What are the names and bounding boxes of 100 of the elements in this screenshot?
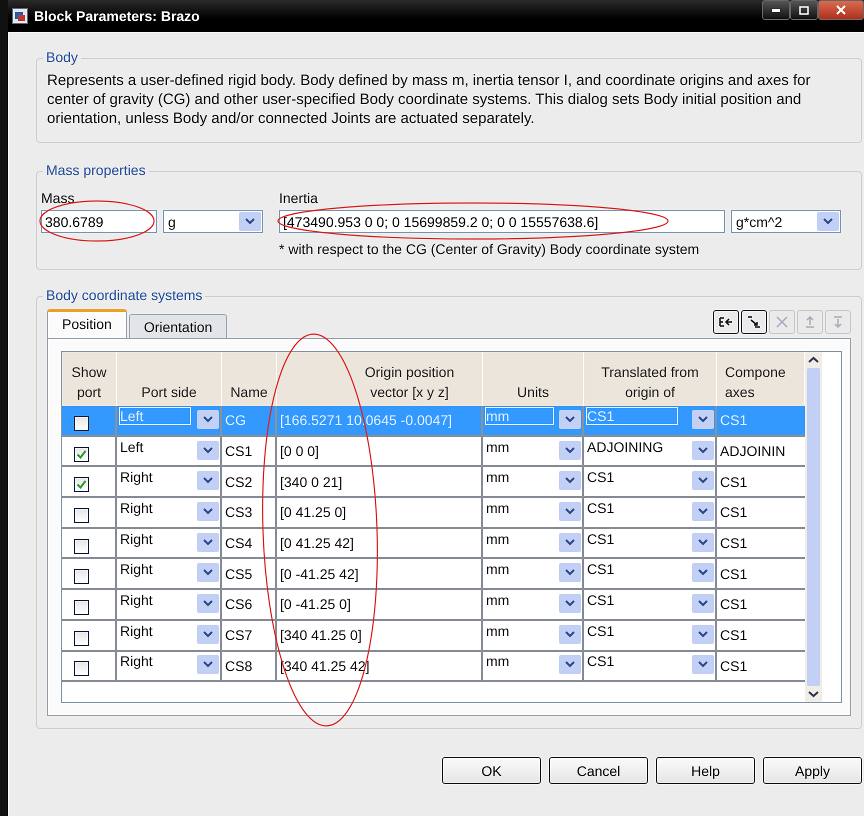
checkbox[interactable] bbox=[74, 508, 89, 523]
checkbox[interactable] bbox=[74, 538, 89, 554]
dialog-button[interactable]: Apply bbox=[763, 757, 862, 784]
units-dropdown[interactable]: mm bbox=[486, 438, 582, 465]
units-dropdown[interactable]: mm bbox=[486, 468, 582, 496]
column-header[interactable]: Port side bbox=[117, 352, 222, 406]
insert-row-button[interactable] bbox=[741, 310, 767, 334]
port-side-dropdown[interactable]: Right bbox=[120, 468, 220, 496]
chevron-down-icon bbox=[203, 630, 213, 638]
translated-from-dropdown[interactable]: CS1 bbox=[587, 468, 715, 496]
dialog-button[interactable]: Cancel bbox=[549, 757, 648, 784]
chevron-down-icon bbox=[245, 218, 255, 225]
dialog-button[interactable]: Help bbox=[656, 757, 755, 784]
table-cell: [0 -41.25 0] bbox=[280, 596, 351, 612]
translated-from-dropdown[interactable]: CS1 bbox=[587, 590, 715, 618]
table-cell: CS8 bbox=[225, 658, 252, 674]
table-row[interactable]: Right CS5 [0 -41.25 42] mm CS1 CS1 bbox=[62, 559, 805, 590]
translated-from-dropdown[interactable]: CS1 bbox=[587, 652, 715, 680]
diagonal-arrow-icon bbox=[747, 315, 761, 329]
checkbox[interactable] bbox=[74, 661, 89, 676]
column-header[interactable]: Units bbox=[483, 352, 584, 406]
port-side-dropdown[interactable]: Right bbox=[120, 498, 220, 526]
chevron-down-icon bbox=[698, 569, 708, 576]
units-dropdown[interactable]: mm bbox=[486, 622, 582, 649]
translated-from-dropdown[interactable]: CS1 bbox=[587, 530, 715, 557]
table-cell: [0 41.25 0] bbox=[280, 504, 346, 520]
column-header[interactable]: Name bbox=[222, 352, 277, 406]
units-dropdown[interactable]: mm bbox=[486, 652, 582, 680]
unit-dropdown[interactable]: g bbox=[163, 210, 263, 233]
chevron-down-icon bbox=[565, 569, 575, 576]
table-row[interactable]: Left CS1 [0 0 0] mm ADJOINING ADJOININ bbox=[62, 436, 805, 468]
translated-from-dropdown[interactable]: CS1 bbox=[587, 498, 715, 526]
chevron-down-icon bbox=[698, 416, 708, 423]
vertical-scrollbar[interactable] bbox=[805, 352, 822, 702]
table-row[interactable]: Right CS4 [0 41.25 42] mm CS1 CS1 bbox=[62, 528, 805, 560]
add-row-button[interactable] bbox=[713, 310, 739, 334]
close-icon bbox=[836, 5, 846, 15]
table-cell: CS1 bbox=[720, 412, 748, 428]
unit-dropdown[interactable]: g*cm^2 bbox=[731, 210, 841, 233]
column-header[interactable]: Show port bbox=[62, 352, 117, 406]
chevron-down-icon bbox=[203, 416, 213, 423]
chevron-down-icon bbox=[203, 600, 213, 607]
units-dropdown[interactable]: mm bbox=[486, 590, 582, 618]
arrow-up-icon bbox=[803, 315, 817, 329]
description-text: Represents a user-defined rigid body. Body defined by mass m, inertia tensor I, and coordinate origins and axes for center of gravity (CG) and other user-specified Body coordinate systems. This dialog sets Body initial position and orientation, unless Body and/or connected Joints are actuated separately. bbox=[47, 71, 812, 128]
x-icon bbox=[775, 315, 789, 329]
minimize-icon bbox=[772, 8, 780, 12]
table-row[interactable]: Right CS3 [0 41.25 0] mm CS1 CS1 bbox=[62, 498, 805, 529]
checkbox[interactable] bbox=[74, 477, 89, 492]
checkbox[interactable] bbox=[74, 600, 89, 615]
chevron-down-icon bbox=[698, 446, 708, 454]
column-header[interactable]: Compone axes bbox=[717, 352, 805, 406]
table-cell: [0 -41.25 42] bbox=[280, 566, 359, 582]
arrow-into-bracket-icon bbox=[719, 315, 733, 329]
checkbox[interactable] bbox=[74, 416, 89, 431]
units-dropdown[interactable]: mm bbox=[486, 498, 582, 526]
checkbox[interactable] bbox=[74, 446, 89, 462]
checkbox[interactable] bbox=[74, 630, 89, 646]
table-cell: CS2 bbox=[225, 474, 252, 490]
table-cell: [0 41.25 42] bbox=[280, 535, 354, 552]
table-cell: CS5 bbox=[225, 566, 252, 582]
translated-from-dropdown[interactable]: ADJOINING bbox=[587, 438, 715, 465]
column-header[interactable]: Origin position vector [x y z] bbox=[277, 352, 483, 406]
port-side-dropdown[interactable]: Right bbox=[120, 560, 220, 588]
port-side-dropdown[interactable]: Right bbox=[120, 590, 220, 618]
column-header[interactable]: Translated from origin of bbox=[584, 352, 717, 406]
tab[interactable]: Position bbox=[47, 309, 127, 338]
chevron-down-icon bbox=[565, 661, 575, 668]
port-side-dropdown[interactable]: Right bbox=[120, 652, 220, 680]
checkbox[interactable] bbox=[74, 569, 89, 584]
table-cell: CG bbox=[225, 412, 246, 428]
translated-from-dropdown[interactable]: CS1 bbox=[587, 622, 715, 649]
table-row[interactable]: Right CS7 [340 41.25 0] mm CS1 CS1 bbox=[62, 620, 805, 652]
chevron-down-icon bbox=[698, 508, 708, 515]
table-row[interactable]: Right CS2 [340 0 21] mm CS1 CS1 bbox=[62, 467, 805, 498]
chevron-down-icon bbox=[698, 630, 708, 638]
window-title: Block Parameters: Brazo bbox=[34, 8, 200, 24]
tab[interactable]: Orientation bbox=[128, 314, 228, 338]
port-side-dropdown[interactable]: Left bbox=[120, 438, 220, 465]
close-button[interactable] bbox=[818, 0, 864, 20]
translated-from-dropdown[interactable]: CS1 bbox=[587, 560, 715, 588]
table-cell: CS6 bbox=[225, 596, 252, 612]
note-text: * with respect to the CG (Center of Gravity) Body coordinate system bbox=[279, 241, 700, 257]
maximize-button[interactable] bbox=[790, 0, 818, 20]
table-cell: CS1 bbox=[720, 627, 748, 644]
port-side-dropdown[interactable]: Right bbox=[120, 622, 220, 649]
chevron-down-icon bbox=[203, 508, 213, 515]
inertia-input-field[interactable]: [473490.953 0 0; 0 15699859.2 0; 0 0 15557638.6] bbox=[279, 210, 725, 233]
chevron-down-icon bbox=[823, 218, 833, 225]
table-cell: [340 0 21] bbox=[280, 474, 342, 490]
mass-input-field[interactable]: 380.6789 bbox=[41, 210, 157, 233]
units-dropdown[interactable]: mm bbox=[486, 560, 582, 588]
table-cell: CS1 bbox=[720, 658, 748, 674]
port-side-dropdown[interactable]: Right bbox=[120, 530, 220, 557]
units-dropdown[interactable]: mm bbox=[486, 530, 582, 557]
minimize-button[interactable] bbox=[762, 0, 790, 20]
table-cell: ADJOININ bbox=[720, 443, 786, 460]
table-cell: CS1 bbox=[720, 504, 748, 520]
dialog-button[interactable]: OK bbox=[442, 757, 541, 784]
table-row[interactable]: Right CS6 [0 -41.25 0] mm CS1 CS1 bbox=[62, 590, 805, 621]
